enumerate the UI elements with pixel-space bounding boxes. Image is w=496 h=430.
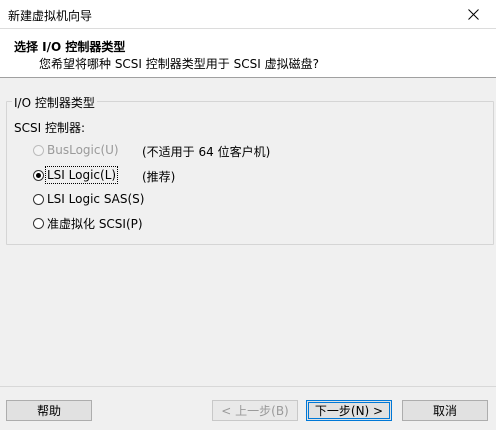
close-button[interactable] [450,0,496,28]
radio-label-lsi-logic-sas: LSI Logic SAS(S) [47,192,145,206]
next-button[interactable]: 下一步(N) > [306,400,392,421]
title-bar: 新建虚拟机向导 [0,0,496,29]
radio-button-pvscsi[interactable] [33,217,44,229]
page-subtitle: 您希望将哪种 SCSI 控制器类型用于 SCSI 虚拟磁盘? [39,57,319,71]
wizard-header: 选择 I/O 控制器类型 您希望将哪种 SCSI 控制器类型用于 SCSI 虚拟… [0,29,496,78]
radio-lsi-logic[interactable]: LSI Logic(L) [33,166,119,184]
radio-buslogic[interactable]: BusLogic(U) [33,141,119,159]
radio-label-pvscsi: 准虚拟化 SCSI(P) [47,216,143,231]
cancel-button[interactable]: 取消 [402,400,488,421]
radio-label-lsi-logic: LSI Logic(L) [44,166,119,184]
radio-button-buslogic[interactable] [33,144,44,156]
window-title: 新建虚拟机向导 [8,9,93,23]
scsi-controller-label: SCSI 控制器: [14,121,86,135]
radio-button-lsi-logic-sas[interactable] [33,193,44,205]
back-button[interactable]: < 上一步(B) [212,400,298,421]
radio-button-lsi-logic[interactable] [33,169,44,181]
radio-label-buslogic: BusLogic(U) [47,143,119,157]
close-icon [467,8,479,20]
help-button[interactable]: 帮助 [6,400,92,421]
radio-pvscsi[interactable]: 准虚拟化 SCSI(P) [33,214,143,232]
radio-lsi-logic-sas[interactable]: LSI Logic SAS(S) [33,190,144,208]
group-legend: I/O 控制器类型 [12,94,97,111]
note-buslogic: (不适用于 64 位客户机) [142,145,271,159]
page-title: 选择 I/O 控制器类型 [14,40,126,54]
footer-divider [0,386,496,387]
note-lsi-logic: (推荐) [142,170,176,184]
